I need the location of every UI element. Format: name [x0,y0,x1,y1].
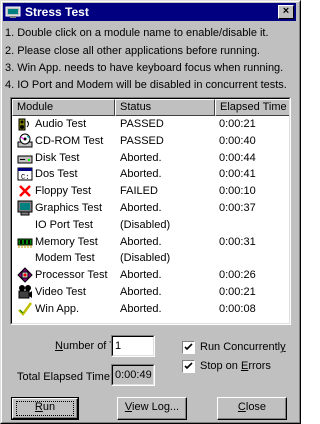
module-status: (Disabled) [120,252,171,265]
module-list[interactable]: Module Status Elapsed Time Audio Test PAS… [10,97,291,325]
module-status: PASSED [120,118,164,130]
stop-on-errors-label[interactable]: Stop on Errors [200,360,271,372]
module-row[interactable]: CD-ROM Test PASSED 0:00:40 [12,133,289,150]
video-camera-icon [18,285,32,299]
stress-test-app-icon [5,6,21,18]
total-elapsed-time-value: 0:00:49 [112,365,154,385]
module-name: Floppy Test [35,185,92,198]
view-log-button[interactable]: View Log... [117,397,187,420]
monitor-icon [17,200,33,216]
module-row[interactable]: Processor Test Aborted. 0:00:26 [12,267,289,284]
run-concurrently-checkbox[interactable] [182,341,195,354]
window-title: Stress Test [25,5,89,19]
total-elapsed-time-label: Total Elapsed Time: [17,371,113,383]
module-row[interactable]: Audio Test PASSED 0:00:21 [12,116,289,133]
module-name: Video Test [35,286,86,298]
run-concurrently-label[interactable]: Run Concurrently [200,341,286,353]
module-name: CD-ROM Test [35,134,104,147]
module-elapsed-time: 0:00:21 [219,286,256,298]
module-row[interactable]: Graphics Test Aborted. 0:00:37 [12,200,289,217]
module-elapsed-time: 0:00:21 [219,118,256,130]
module-status: Aborted. [120,151,162,164]
title-close-button[interactable]: × [278,5,294,19]
processor-icon [17,267,33,283]
module-status: Aborted. [120,202,162,214]
module-row[interactable]: C: Dos Test Aborted. 0:00:41 [12,166,289,183]
module-status: Aborted. [120,269,162,282]
svg-text:C:: C: [21,174,29,182]
module-elapsed-time: 0:00:31 [219,235,256,248]
module-name: Audio Test [35,118,87,130]
run-button[interactable]: Run [11,397,79,420]
column-header-elapsed-time[interactable]: Elapsed Time [215,99,289,116]
instruction-line: 4. IO Port and Modem will be disabled in… [5,79,287,91]
failed-x-icon [19,185,31,198]
checkmark-icon [18,302,33,316]
module-status: FAILED [120,185,158,198]
instruction-line: 2. Please close all other applications b… [5,45,260,57]
module-name: Modem Test [35,252,95,265]
column-header-module[interactable]: Module [12,99,115,116]
module-elapsed-time: 0:00:41 [219,168,256,181]
module-row[interactable]: Win App. Aborted. 0:00:08 [12,301,289,318]
stress-test-window: Stress Test × 1. Double click on a modul… [0,0,301,424]
number-of-tests-input[interactable]: 1 [111,335,155,357]
module-row[interactable]: Floppy Test FAILED 0:00:10 [12,183,289,200]
title-bar[interactable]: Stress Test × [3,3,296,21]
module-row[interactable]: Memory Test Aborted. 0:00:31 [12,234,289,251]
module-status: Aborted. [120,302,162,315]
module-name: Dos Test [35,168,78,181]
view-log-button-label: View Log... [124,401,180,413]
number-of-tests-value[interactable]: 1 [112,336,154,356]
hard-disk-icon [17,155,33,164]
close-button-label: Close [237,401,267,413]
instruction-line: 1. Double click on a module name to enab… [5,27,269,39]
module-elapsed-time: 0:00:10 [219,185,256,198]
module-status: Aborted. [120,168,162,181]
module-elapsed-time: 0:00:26 [219,269,256,282]
module-name: Graphics Test [35,202,103,214]
module-row[interactable]: IO Port Test (Disabled) [12,217,289,234]
module-name: IO Port Test [35,218,93,231]
stop-on-errors-checkbox[interactable] [182,360,195,373]
column-header-status[interactable]: Status [115,99,215,116]
module-elapsed-time: 0:00:37 [219,202,256,214]
module-name: Win App. [35,302,80,315]
run-button-label: Run [34,401,56,413]
module-elapsed-time: 0:00:44 [219,151,256,164]
module-elapsed-time: 0:00:40 [219,134,256,147]
memory-chip-icon [17,238,33,248]
close-button[interactable]: Close [217,397,287,420]
instruction-line: 3. Win App. needs to have keyboard focus… [5,62,284,74]
module-elapsed-time: 0:00:08 [219,302,256,315]
module-row[interactable]: Disk Test Aborted. 0:00:44 [12,150,289,167]
module-name: Memory Test [35,235,98,248]
module-row[interactable]: Video Test Aborted. 0:00:21 [12,284,289,301]
dos-window-icon: C: [17,167,33,182]
speaker-icon [18,118,29,131]
module-name: Disk Test [35,151,80,164]
module-row[interactable]: Modem Test (Disabled) [12,250,289,267]
module-status: PASSED [120,134,164,147]
checkmark-icon [184,343,193,351]
module-status: (Disabled) [120,218,171,231]
module-status: Aborted. [120,235,162,248]
total-elapsed-time-field: 0:00:49 [111,364,155,386]
cdrom-icon [17,133,33,148]
module-status: Aborted. [120,286,162,298]
module-name: Processor Test [35,269,108,282]
checkmark-icon [184,362,193,370]
